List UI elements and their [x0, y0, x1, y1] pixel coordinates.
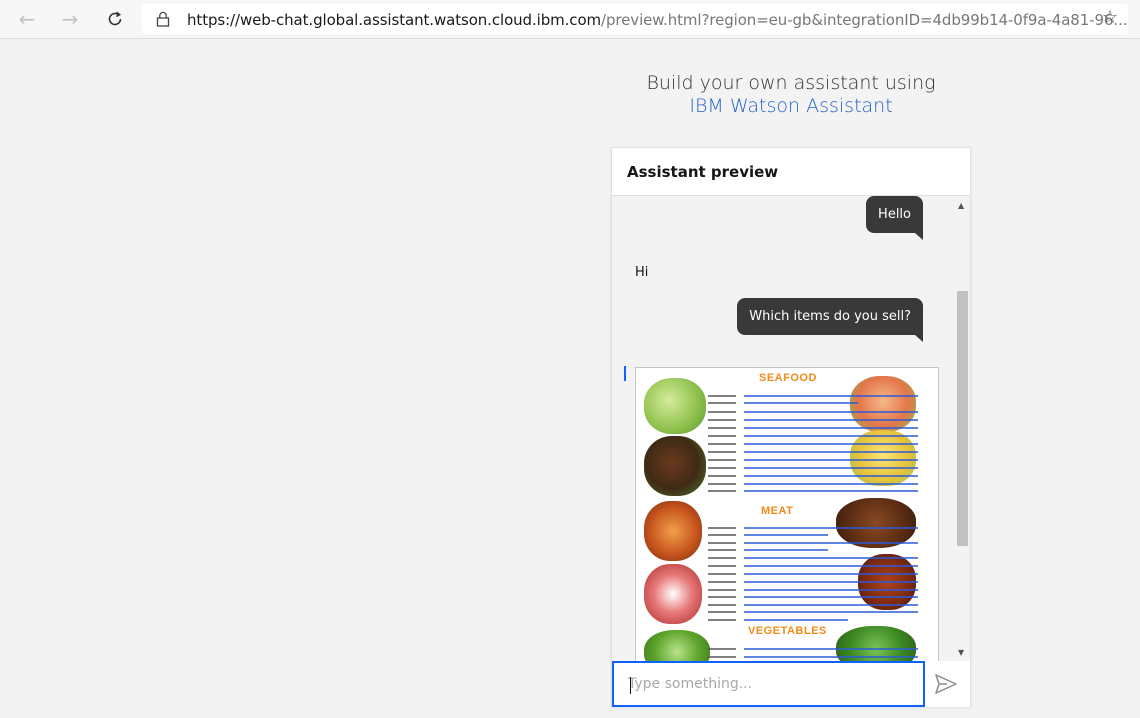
scroll-down-arrow-icon[interactable]: ▼	[958, 648, 964, 657]
send-icon[interactable]	[934, 673, 958, 695]
url-host: https://web-chat.global.assistant.watson…	[187, 11, 602, 29]
food-photo	[644, 378, 706, 434]
build-assistant-promo: Build your own assistant using IBM Watso…	[611, 72, 971, 117]
build-line: Build your own assistant using	[646, 72, 936, 94]
browser-toolbar: ← → https://web-chat.global.assistant.wa…	[0, 0, 1140, 39]
focus-indicator	[624, 366, 626, 381]
url-text: https://web-chat.global.assistant.watson…	[187, 11, 1127, 29]
star-icon[interactable]: ☆	[1102, 7, 1118, 28]
forward-arrow-icon[interactable]: →	[57, 7, 83, 31]
menu-section-vegetables: VEGETABLES	[748, 625, 827, 637]
food-photo	[644, 564, 702, 624]
food-photo	[644, 630, 710, 661]
menu-section-seafood: SEAFOOD	[759, 372, 817, 384]
food-photo	[836, 498, 916, 548]
back-arrow-icon[interactable]: ←	[14, 7, 40, 31]
menu-image[interactable]: SEAFOOD MEAT VEGETABLES	[635, 367, 939, 661]
ibm-watson-assistant-link[interactable]: IBM Watson Assistant	[611, 95, 971, 117]
user-message: Hello	[866, 196, 923, 240]
scrollbar-thumb[interactable]	[957, 291, 968, 546]
text-caret	[630, 677, 631, 694]
food-photo	[850, 376, 916, 432]
menu-section-meat: MEAT	[761, 505, 794, 517]
chat-header-title: Assistant preview	[612, 148, 970, 196]
lock-icon	[156, 11, 170, 27]
refresh-icon[interactable]	[102, 7, 128, 31]
assistant-preview-chat: Assistant preview Hello Hi Which items d…	[611, 147, 971, 707]
food-photo	[644, 501, 702, 561]
scroll-up-arrow-icon[interactable]: ▲	[958, 201, 964, 210]
url-path: /preview.html?region=eu-gb&integrationID…	[601, 11, 1128, 29]
chat-scrollbar[interactable]: ▲ ▼	[955, 196, 970, 661]
address-bar[interactable]: https://web-chat.global.assistant.watson…	[142, 4, 1128, 34]
message-input[interactable]	[614, 663, 923, 705]
user-message: Which items do you sell?	[737, 298, 923, 342]
message-input-container	[612, 661, 925, 707]
food-photo	[850, 430, 916, 486]
food-photo	[644, 436, 706, 496]
bot-message: Hi	[635, 265, 649, 280]
message-list: Hello Hi Which items do you sell? SEAFOO…	[612, 196, 955, 661]
chat-input-area	[612, 661, 970, 707]
